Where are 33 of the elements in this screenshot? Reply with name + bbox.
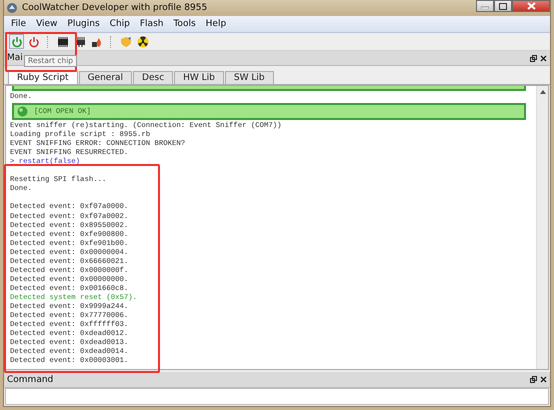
ok-icon: [17, 106, 28, 118]
float-icon[interactable]: [530, 376, 537, 383]
radiation-icon[interactable]: [135, 34, 150, 49]
highlight-frame: [5, 32, 77, 72]
chip-icon[interactable]: [55, 34, 70, 49]
restart-icon[interactable]: [9, 34, 24, 49]
app-icon: [6, 2, 18, 14]
menu-item[interactable]: Chip: [104, 19, 135, 29]
menu-item[interactable]: Help: [200, 19, 232, 29]
tab[interactable]: Ruby Script: [8, 71, 78, 84]
minimize-button[interactable]: [476, 0, 494, 12]
tab[interactable]: General: [78, 71, 132, 84]
menu-item[interactable]: Tools: [168, 19, 201, 29]
panel-title: Mai: [7, 53, 23, 63]
close-icon: [526, 2, 536, 10]
scroll-up-icon[interactable]: [540, 90, 546, 94]
scrollbar[interactable]: [536, 86, 548, 369]
window-title: CoolWatcher Developer with profile 8955: [22, 3, 208, 13]
menu-item[interactable]: Flash: [134, 19, 168, 29]
tab[interactable]: HW Lib: [174, 71, 224, 84]
menu-item[interactable]: View: [31, 19, 62, 29]
tab[interactable]: SW Lib: [224, 71, 274, 84]
command-field[interactable]: [5, 388, 549, 405]
close-button[interactable]: [512, 0, 550, 12]
close-icon[interactable]: [540, 376, 547, 383]
maximize-button[interactable]: [494, 0, 512, 12]
menu-item[interactable]: File: [6, 19, 32, 29]
maximize-icon: [499, 2, 507, 10]
panel-title: Command: [7, 374, 54, 384]
close-icon[interactable]: [540, 54, 547, 62]
menu-item[interactable]: Plugins: [62, 19, 105, 29]
tab[interactable]: Desc: [133, 71, 174, 84]
float-icon[interactable]: [530, 54, 537, 62]
